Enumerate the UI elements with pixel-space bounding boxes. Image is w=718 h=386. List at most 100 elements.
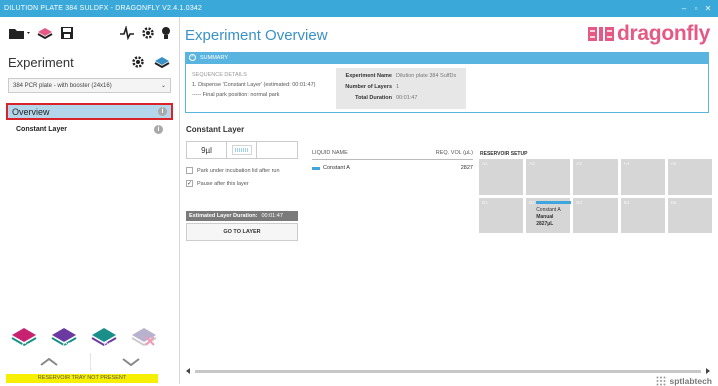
info-icon[interactable]: i <box>154 125 163 134</box>
park-checkbox[interactable] <box>186 167 193 174</box>
reservoir-cell-a1[interactable]: A1 <box>479 159 524 195</box>
add-const-layer-button[interactable]: Const <box>8 325 42 349</box>
info-icon[interactable]: i <box>158 107 167 116</box>
add-gfx-label: GFX <box>104 343 116 349</box>
collapse-icon: ⌃ <box>189 54 196 61</box>
maximize-button[interactable]: ▫ <box>690 4 702 13</box>
move-down-button[interactable] <box>91 353 173 371</box>
estimated-duration-label: Estimated Layer Duration: <box>189 213 258 219</box>
reservoir-cell-id: A4 <box>623 161 630 166</box>
reservoir-fill-bar <box>536 200 572 204</box>
reservoir-contents: Constant A Manual 2827µL <box>536 207 560 228</box>
dragonfly-logo: dragonfly <box>588 22 710 46</box>
experiment-name-value: Dilution plate 384 SulfDx <box>396 73 457 79</box>
layer-order-controls <box>8 353 172 371</box>
reservoir-setup-title: RESERVOIR SETUP <box>480 151 528 157</box>
reservoir-cell-id: A3 <box>576 161 582 166</box>
dragonfly-logo-icon <box>588 27 615 41</box>
final-park-line: ----- Final park position: normal park <box>192 92 280 98</box>
estimated-duration: Estimated Layer Duration: 00:01:47 <box>186 211 298 221</box>
plate-layers-icon[interactable] <box>153 54 171 70</box>
add-const-label: Const <box>22 343 39 349</box>
pulse-icon[interactable] <box>119 25 135 41</box>
estimated-duration-value: 00:01:47 <box>261 213 283 219</box>
reservoir-cell-a3[interactable]: A3 <box>573 159 618 195</box>
table-row[interactable]: Constant A 2827 <box>312 163 473 173</box>
status-bar: RESERVOIR TRAY NOT PRESENT <box>6 374 158 383</box>
horizontal-scrollbar[interactable] <box>185 368 711 374</box>
reservoir-grid: A1 A2 A3 A4 A5 B1 B2 Constant A Manual 2… <box>479 159 712 233</box>
reservoir-fill-type: Manual <box>536 213 554 220</box>
sequence-details: SEQUENCE DETAILS 1. Dispense 'Constant L… <box>192 70 315 100</box>
chevron-down-icon <box>122 358 140 367</box>
pause-checkbox-label: Pause after this layer <box>197 180 249 187</box>
minimize-button[interactable]: – <box>678 4 690 13</box>
plate-type-select[interactable]: 384 PCR plate - with booster (24x16) ⌄ <box>8 78 171 93</box>
experiment-label: Experiment <box>8 54 74 70</box>
add-gfx-layer-button[interactable]: GFX <box>88 325 122 349</box>
close-button[interactable]: ✕ <box>702 4 714 13</box>
reservoir-cell-id: B2 <box>529 199 535 205</box>
sequence-line: 1. Dispense 'Constant Layer' (estimated:… <box>192 82 316 88</box>
reservoir-cell-b4[interactable]: B4 <box>620 197 665 233</box>
footer-brand: sptlabtech <box>669 376 712 386</box>
scrollbar-thumb[interactable] <box>195 370 701 373</box>
sidebar-item-overview[interactable]: Overview i <box>6 103 173 120</box>
summary-header[interactable]: ⌃ SUMMARY <box>185 52 709 63</box>
plate-type-value: 384 PCR plate - with booster (24x16) <box>13 82 112 89</box>
lightbulb-icon[interactable] <box>161 25 171 41</box>
move-up-button[interactable] <box>8 353 91 371</box>
duration-value: 00:01:47 <box>396 95 418 101</box>
liquid-volume: 2827 <box>460 165 473 171</box>
brand-name: dragonfly <box>617 22 710 45</box>
reservoir-cell-b5[interactable]: B5 <box>667 197 712 233</box>
reservoir-cell-a4[interactable]: A4 <box>620 159 665 195</box>
required-volume-header: REQ. VOL (µL) <box>435 150 473 156</box>
reservoir-cell-id: B4 <box>623 199 630 205</box>
reservoir-cell-b1[interactable]: B1 <box>479 197 524 233</box>
scroll-right-icon[interactable] <box>705 368 711 374</box>
scroll-left-icon[interactable] <box>185 368 191 374</box>
sequence-heading: SEQUENCE DETAILS <box>192 72 247 78</box>
experiment-settings-gear-icon[interactable] <box>131 54 145 70</box>
save-icon[interactable] <box>60 25 74 41</box>
pause-checkbox[interactable]: ✓ <box>186 180 193 187</box>
title-bar: DILUTION PLATE 384 SULDFX - DRAGONFLY V2… <box>0 0 718 17</box>
layers-label: Number of Layers <box>345 84 392 90</box>
experiment-name-label: Experiment Name <box>345 73 392 79</box>
reservoir-cell-a2[interactable]: A2 <box>526 159 571 195</box>
dot-grid-icon <box>656 376 666 386</box>
volume-value: 9µl <box>187 142 227 158</box>
sidebar-item-constant-layer[interactable]: Constant Layer i <box>6 122 173 137</box>
park-checkbox-row[interactable]: Park under incubation lid after run <box>186 167 280 174</box>
reservoir-cell-id: A5 <box>670 161 677 166</box>
gear-icon[interactable] <box>141 25 155 41</box>
reservoir-liquid-name: Constant A <box>536 206 561 213</box>
window-title: DILUTION PLATE 384 SULDFX - DRAGONFLY V2… <box>4 5 203 12</box>
reservoir-cell-b2[interactable]: B2 Constant A Manual 2827µL <box>526 197 572 233</box>
open-folder-icon[interactable] <box>8 25 30 41</box>
summary-label: SUMMARY <box>200 54 229 61</box>
reservoir-cell-a5[interactable]: A5 <box>667 159 712 195</box>
go-to-layer-button[interactable]: GO TO LAYER <box>186 223 298 241</box>
reservoir-cell-id: B1 <box>482 199 488 205</box>
page-title: Experiment Overview <box>185 27 328 44</box>
reservoir-cell-b3[interactable]: B3 <box>573 197 618 233</box>
remove-layer-button[interactable] <box>128 325 162 349</box>
chevron-up-icon <box>40 357 58 366</box>
add-csv-label: CSV <box>63 343 75 349</box>
experiment-info: Experiment Name Dilution plate 384 SulfDx… <box>336 68 466 109</box>
layers-icon[interactable] <box>36 25 54 41</box>
pause-checkbox-row[interactable]: ✓ Pause after this layer <box>186 180 249 187</box>
layer-title: Constant Layer <box>186 125 245 134</box>
chevron-down-icon: ⌄ <box>160 83 166 89</box>
layer-volume-row: 9µl <box>186 141 298 159</box>
add-csv-layer-button[interactable]: CSV <box>48 325 82 349</box>
experiment-header: Experiment <box>0 49 179 75</box>
sptlabtech-logo: sptlabtech <box>656 376 712 386</box>
plate-preview-button[interactable] <box>227 142 257 158</box>
sidebar-item-label: Constant Layer <box>16 126 67 133</box>
liquid-table-header: LIQUID NAME REQ. VOL (µL) <box>312 150 473 160</box>
reservoir-volume: 2827µL <box>536 220 554 227</box>
liquid-color-swatch <box>312 166 320 170</box>
